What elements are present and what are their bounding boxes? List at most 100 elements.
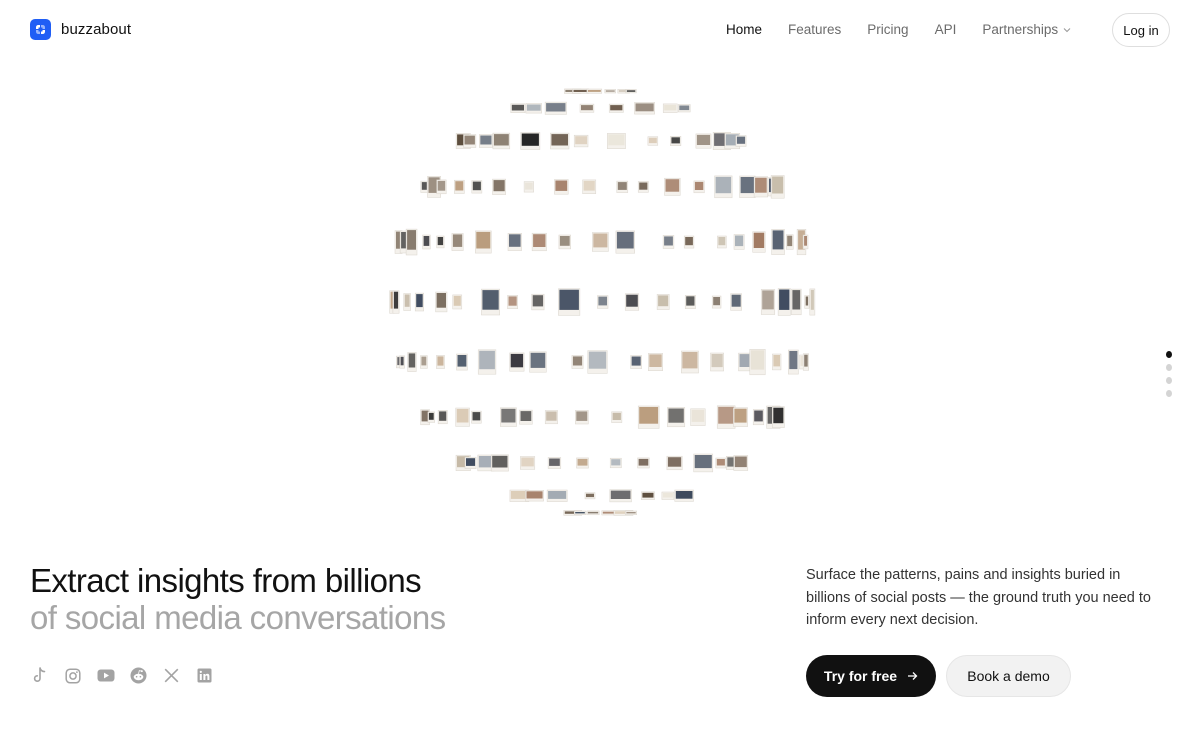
slide-dot-4[interactable] (1166, 390, 1172, 397)
post-thumbnail (695, 133, 712, 149)
nav-partnerships-label: Partnerships (982, 22, 1059, 37)
post-thumbnail (749, 349, 766, 376)
post-thumbnail (791, 288, 802, 316)
post-thumbnail (481, 288, 500, 316)
post-thumbnail (637, 457, 650, 469)
post-thumbnail (674, 489, 694, 502)
post-thumbnail (576, 457, 589, 469)
post-thumbnail (500, 407, 517, 427)
post-thumbnail (520, 456, 536, 470)
post-thumbnail (456, 353, 468, 371)
post-thumbnail (392, 290, 400, 314)
post-thumbnail (520, 132, 541, 150)
post-thumbnail (733, 455, 749, 471)
slide-pagination (1166, 351, 1172, 397)
post-thumbnail (455, 407, 470, 427)
post-thumbnail (531, 232, 547, 252)
post-thumbnail (616, 180, 629, 193)
youtube-icon (96, 666, 115, 685)
slide-dot-3[interactable] (1166, 377, 1172, 384)
post-thumbnail (711, 295, 722, 309)
post-thumbnail (735, 135, 747, 147)
post-thumbnail (684, 295, 696, 309)
post-thumbnail (437, 410, 448, 425)
post-thumbnail (785, 234, 794, 250)
post-thumbnail (471, 410, 482, 424)
nav-features[interactable]: Features (788, 22, 841, 37)
post-thumbnail (525, 490, 544, 502)
post-thumbnail (715, 457, 727, 469)
post-thumbnail (546, 489, 568, 502)
try-for-free-button[interactable]: Try for free (806, 655, 936, 697)
nav-home[interactable]: Home (726, 22, 762, 37)
post-thumbnail (630, 355, 642, 369)
post-thumbnail (579, 103, 595, 113)
post-thumbnail (427, 411, 435, 423)
post-thumbnail (436, 179, 447, 195)
slide-dot-2[interactable] (1166, 364, 1172, 371)
post-thumbnail (678, 104, 691, 113)
nav-api[interactable]: API (935, 22, 957, 37)
brand-logo[interactable]: buzzabout (30, 19, 131, 40)
post-thumbnail (611, 411, 623, 423)
post-thumbnail (492, 178, 506, 195)
post-thumbnail (544, 410, 558, 425)
x-icon (162, 666, 181, 685)
post-thumbnail (584, 492, 596, 500)
post-thumbnail (770, 175, 785, 199)
post-thumbnail (479, 134, 493, 148)
post-thumbnail (772, 406, 785, 428)
post-thumbnail (609, 457, 622, 469)
post-thumbnail (637, 181, 649, 193)
post-thumbnail (662, 235, 675, 249)
post-thumbnail (771, 229, 785, 255)
post-thumbnail (420, 180, 429, 193)
post-thumbnail (529, 351, 547, 373)
slide-dot-1[interactable] (1166, 351, 1172, 358)
nav-pricing[interactable]: Pricing (867, 22, 908, 37)
post-thumbnail (717, 235, 727, 249)
post-thumbnail (733, 234, 745, 250)
post-thumbnail (661, 491, 675, 500)
post-thumbnail (683, 235, 695, 249)
post-thumbnail (609, 489, 632, 503)
post-thumbnail (641, 491, 655, 500)
post-thumbnail (625, 89, 637, 94)
post-thumbnail (403, 293, 411, 311)
post-thumbnail (666, 455, 683, 471)
post-thumbnail (648, 353, 663, 371)
post-thumbnail (525, 103, 542, 114)
post-thumbnail (670, 136, 682, 146)
nav-partnerships[interactable]: Partnerships (982, 22, 1071, 37)
post-thumbnail (471, 180, 483, 194)
brand-name: buzzabout (61, 21, 132, 38)
post-thumbnail (490, 454, 509, 472)
post-thumbnail (615, 230, 635, 254)
post-thumbnail (662, 103, 678, 113)
post-thumbnail (625, 510, 637, 515)
post-thumbnail (710, 352, 724, 372)
chevron-down-icon (1063, 27, 1071, 32)
post-thumbnail (608, 103, 624, 113)
post-thumbnail (523, 181, 534, 193)
post-thumbnail (739, 175, 756, 198)
post-thumbnail (604, 89, 616, 94)
social-posts-sphere (382, 85, 822, 520)
post-thumbnail (571, 355, 584, 369)
post-thumbnail (582, 179, 597, 194)
post-thumbnail (664, 177, 681, 196)
post-thumbnail (607, 133, 626, 149)
post-thumbnail (777, 288, 791, 316)
post-thumbnail (587, 350, 608, 374)
main-nav: Home Features Pricing API Partnerships (726, 22, 1071, 37)
post-thumbnail (716, 405, 736, 429)
post-thumbnail (730, 293, 742, 311)
post-thumbnail (586, 510, 600, 516)
social-platforms (30, 666, 214, 685)
try-for-free-label: Try for free (823, 668, 898, 684)
book-demo-button[interactable]: Book a demo (946, 655, 1071, 697)
post-thumbnail (802, 234, 809, 250)
post-thumbnail (624, 293, 640, 311)
login-button[interactable]: Log in (1112, 13, 1170, 47)
site-header: buzzabout Home Features Pricing API Part… (0, 0, 1200, 60)
